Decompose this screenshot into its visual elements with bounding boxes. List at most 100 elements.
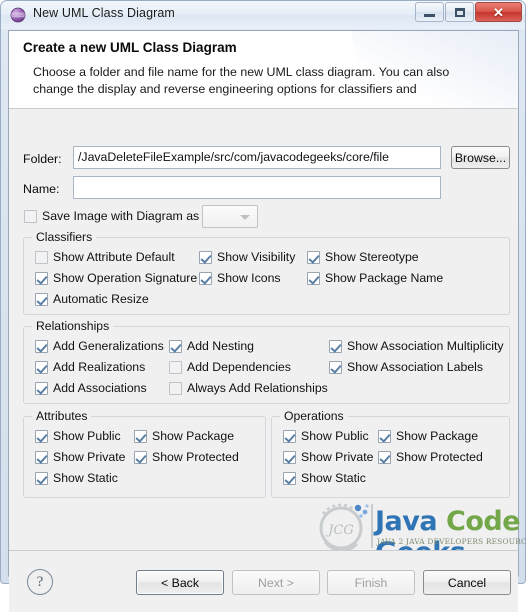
window-title: New UML Class Diagram [33, 6, 175, 20]
checkbox-label: Show Stereotype [325, 250, 419, 264]
finish-button: Finish [327, 570, 415, 595]
save-image-checkbox[interactable]: Save Image with Diagram as [24, 209, 199, 223]
browse-button[interactable]: Browse... [451, 146, 510, 169]
attributes-checkbox-0[interactable]: Show Public [35, 429, 121, 443]
checkbox-label: Show Visibility [217, 250, 296, 264]
checkbox-label: Show Private [301, 450, 374, 464]
chevron-down-icon [240, 215, 250, 220]
relationships-group: Relationships Add Generalizations Add Nes… [23, 319, 510, 404]
relationships-checkbox-2[interactable]: Show Association Multiplicity [329, 339, 504, 353]
attributes-group-title: Attributes [32, 409, 92, 423]
classifiers-checkbox-6[interactable]: Automatic Resize [35, 292, 149, 306]
checkbox-label: Show Private [53, 450, 126, 464]
window-controls: ✕ [414, 2, 522, 22]
relationships-group-title: Relationships [32, 319, 114, 333]
checkbox-label: Add Nesting [187, 339, 254, 353]
checkbox-box [35, 430, 48, 443]
checkbox-box [329, 340, 342, 353]
relationships-checkbox-4[interactable]: Add Dependencies [169, 360, 291, 374]
logo-divider [371, 504, 373, 548]
checkbox-label: Show Static [53, 471, 118, 485]
uml-diagram-icon [10, 7, 26, 23]
restore-icon [454, 7, 465, 17]
attributes-checkbox-2[interactable]: Show Private [35, 450, 125, 464]
checkbox-label: Show Public [53, 429, 121, 443]
page-description: Choose a folder and file name for the ne… [33, 65, 450, 96]
checkbox-label: Show Operation Signature [53, 271, 198, 285]
checkbox-label: Add Generalizations [53, 339, 164, 353]
checkbox-label: Add Dependencies [187, 360, 291, 374]
checkbox-box [35, 361, 48, 374]
checkbox-box [169, 340, 182, 353]
checkbox-box [134, 430, 147, 443]
checkbox-box [35, 451, 48, 464]
checkbox-box [378, 451, 391, 464]
checkbox-label: Automatic Resize [53, 292, 149, 306]
dialog-button-bar: ? < Back Next > Finish Cancel [9, 550, 518, 612]
restore-button[interactable] [445, 2, 474, 22]
checkbox-label: Show Package [396, 429, 479, 443]
relationships-checkbox-7[interactable]: Always Add Relationships [169, 381, 328, 395]
relationships-checkbox-1[interactable]: Add Nesting [169, 339, 254, 353]
attributes-checkbox-4[interactable]: Show Static [35, 471, 118, 485]
checkbox-box [199, 251, 212, 264]
back-button[interactable]: < Back [136, 570, 224, 595]
operations-checkbox-4[interactable]: Show Static [283, 471, 366, 485]
help-icon[interactable]: ? [27, 569, 53, 595]
checkbox-box [35, 382, 48, 395]
attributes-checkbox-3[interactable]: Show Protected [134, 450, 239, 464]
folder-label: Folder: [23, 152, 62, 166]
attributes-group: Attributes Show Public Show Package Show P… [23, 409, 266, 498]
logo-word-java: Java [375, 506, 438, 537]
close-button[interactable]: ✕ [475, 2, 522, 22]
relationships-checkbox-0[interactable]: Add Generalizations [35, 339, 164, 353]
classifiers-checkbox-2[interactable]: Show Stereotype [307, 250, 419, 264]
relationships-checkbox-3[interactable]: Add Realizations [35, 360, 145, 374]
cancel-button[interactable]: Cancel [423, 570, 511, 595]
checkbox-box [169, 361, 182, 374]
java-code-geeks-watermark: JCG Java Code Geeks JAVA 2 JAVA DEVELOPE… [311, 502, 526, 568]
name-input[interactable] [73, 176, 441, 199]
logo-tagline: JAVA 2 JAVA DEVELOPERS RESOURCE CENTER [377, 537, 526, 546]
classifiers-checkbox-3[interactable]: Show Operation Signature [35, 271, 197, 285]
checkbox-box [35, 340, 48, 353]
checkbox-label: Show Package [152, 429, 235, 443]
operations-checkbox-0[interactable]: Show Public [283, 429, 369, 443]
checkbox-label: Add Realizations [53, 360, 146, 374]
checkbox-label: Show Public [301, 429, 369, 443]
operations-checkbox-2[interactable]: Show Private [283, 450, 373, 464]
classifiers-checkbox-5[interactable]: Show Package Name [307, 271, 443, 285]
classifiers-checkbox-0[interactable]: Show Attribute Default [35, 250, 175, 264]
relationships-checkbox-6[interactable]: Add Associations [35, 381, 147, 395]
logo-word-code: Code [446, 506, 521, 537]
checkbox-label: Show Package Name [325, 271, 444, 285]
image-format-select[interactable] [202, 205, 258, 228]
checkbox-label: Show Association Labels [347, 360, 484, 374]
title-bar[interactable]: New UML Class Diagram ✕ [1, 1, 525, 29]
checkbox-box [35, 293, 48, 306]
jcg-monogram-icon: JCG [319, 503, 369, 552]
checkbox-box [199, 272, 212, 285]
attributes-checkbox-1[interactable]: Show Package [134, 429, 234, 443]
checkbox-label: Always Add Relationships [187, 381, 328, 395]
classifiers-group-title: Classifiers [32, 230, 97, 244]
checkbox-box [329, 361, 342, 374]
folder-input[interactable]: /JavaDeleteFileExample/src/com/javacodeg… [73, 146, 441, 169]
wizard-dialog: Create a new UML Class Diagram Choose a … [8, 30, 526, 612]
save-image-label: Save Image with Diagram as [42, 209, 200, 223]
checkbox-box [35, 251, 48, 264]
minimize-icon [424, 13, 435, 17]
relationships-checkbox-5[interactable]: Show Association Labels [329, 360, 483, 374]
checkbox-label: Show Protected [152, 450, 239, 464]
checkbox-box [378, 430, 391, 443]
classifiers-checkbox-4[interactable]: Show Icons [199, 271, 281, 285]
operations-checkbox-1[interactable]: Show Package [378, 429, 478, 443]
checkbox-box [307, 272, 320, 285]
checkbox-label: Show Attribute Default [53, 250, 175, 264]
checkbox-box [283, 451, 296, 464]
operations-checkbox-3[interactable]: Show Protected [378, 450, 483, 464]
classifiers-checkbox-1[interactable]: Show Visibility [199, 250, 295, 264]
minimize-button[interactable] [415, 2, 444, 22]
checkbox-box [283, 472, 296, 485]
save-image-checkbox-box [24, 210, 37, 223]
